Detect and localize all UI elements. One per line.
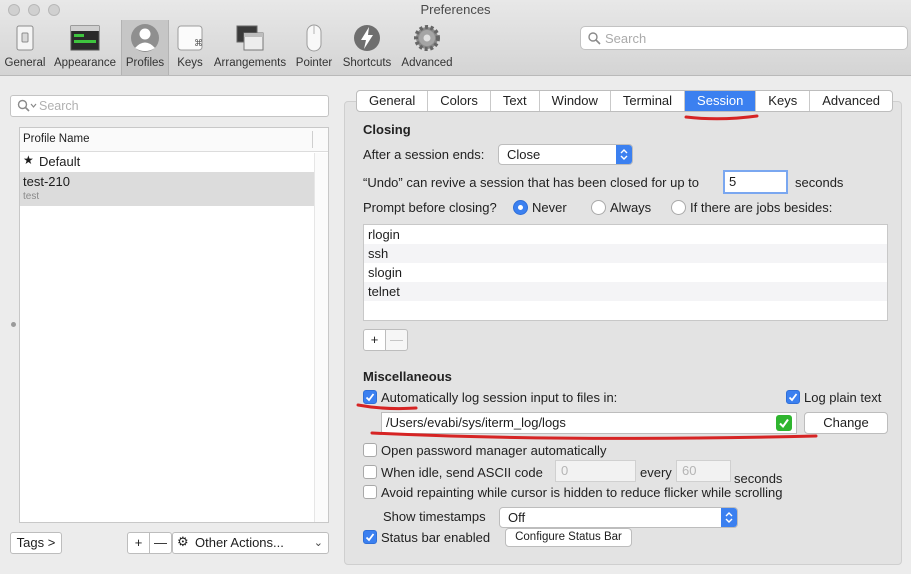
profile-list: Profile Name ★ Default test-210 test bbox=[19, 127, 329, 523]
tab-session[interactable]: Session bbox=[685, 91, 757, 111]
prompt-never-radio[interactable] bbox=[513, 200, 528, 215]
lightning-icon bbox=[354, 25, 380, 51]
log-plain-text-checkbox[interactable] bbox=[786, 390, 800, 404]
mouse-icon bbox=[306, 24, 322, 52]
profile-list-scrollbar[interactable] bbox=[314, 153, 328, 522]
toolbar-arrangements[interactable]: Arrangements bbox=[211, 20, 289, 75]
popup-arrows-icon bbox=[721, 508, 737, 527]
toolbar-shortcuts[interactable]: Shortcuts bbox=[339, 20, 395, 75]
list-item[interactable]: ssh bbox=[364, 244, 887, 263]
column-divider bbox=[312, 131, 313, 148]
profile-tabs: General Colors Text Window Terminal Sess… bbox=[356, 90, 894, 112]
idle-send-checkbox[interactable] bbox=[363, 465, 377, 479]
keyboard-icon: ⌘ bbox=[177, 25, 203, 51]
after-session-popup[interactable]: Close bbox=[498, 144, 633, 165]
other-actions-menu[interactable]: ⚙ Other Actions... ⌄ bbox=[172, 532, 329, 554]
list-item-empty bbox=[364, 301, 887, 320]
add-job-button[interactable]: + bbox=[363, 329, 386, 351]
idle-seconds-field[interactable]: 60 bbox=[676, 460, 731, 482]
windows-icon bbox=[236, 25, 264, 51]
closing-section-title: Closing bbox=[363, 122, 411, 137]
prompt-jobs-radio[interactable] bbox=[671, 200, 686, 215]
toolbar-general[interactable]: General bbox=[2, 20, 48, 75]
jobs-list: rlogin ssh slogin telnet bbox=[363, 224, 888, 321]
password-manager-checkbox[interactable] bbox=[363, 443, 377, 457]
search-icon bbox=[588, 32, 601, 45]
gear-icon bbox=[414, 25, 440, 51]
prompt-label: Prompt before closing? bbox=[363, 200, 497, 215]
switch-icon bbox=[16, 25, 34, 51]
timestamps-popup[interactable]: Off bbox=[499, 507, 738, 528]
auto-log-checkbox[interactable] bbox=[363, 390, 377, 404]
popup-arrows-icon bbox=[616, 145, 632, 164]
tab-text[interactable]: Text bbox=[491, 91, 540, 111]
checkmark-icon bbox=[365, 533, 375, 542]
configure-status-bar-button[interactable]: Configure Status Bar bbox=[505, 528, 632, 547]
user-icon bbox=[131, 24, 159, 52]
tab-window[interactable]: Window bbox=[540, 91, 611, 111]
toolbar: Preferences General Appearance Profiles … bbox=[0, 0, 911, 76]
list-item[interactable]: slogin bbox=[364, 263, 887, 282]
star-icon: ★ bbox=[23, 153, 34, 167]
add-profile-button[interactable]: + bbox=[127, 532, 150, 554]
profile-list-header[interactable]: Profile Name bbox=[20, 128, 328, 152]
misc-section-title: Miscellaneous bbox=[363, 369, 452, 384]
window-title: Preferences bbox=[420, 2, 491, 17]
toolbar-advanced[interactable]: Advanced bbox=[398, 20, 456, 75]
toolbar-keys[interactable]: ⌘ Keys bbox=[172, 20, 208, 75]
tab-general[interactable]: General bbox=[357, 91, 429, 111]
list-item[interactable]: rlogin bbox=[364, 225, 887, 244]
profile-row-test-210[interactable]: test-210 test bbox=[20, 172, 314, 206]
tab-colors[interactable]: Colors bbox=[428, 91, 491, 111]
checkmark-icon bbox=[365, 393, 375, 402]
window-icon bbox=[70, 25, 100, 51]
svg-text:⌘: ⌘ bbox=[194, 39, 203, 49]
status-bar-checkbox[interactable] bbox=[363, 530, 377, 544]
valid-path-icon bbox=[776, 415, 792, 431]
undo-label: “Undo” can revive a session that has bee… bbox=[363, 175, 700, 190]
tab-keys[interactable]: Keys bbox=[756, 91, 811, 111]
tab-terminal[interactable]: Terminal bbox=[611, 91, 686, 111]
avoid-repaint-checkbox[interactable] bbox=[363, 485, 377, 499]
search-icon bbox=[17, 99, 37, 112]
remove-profile-button[interactable]: — bbox=[149, 532, 172, 554]
checkmark-icon bbox=[788, 393, 798, 402]
profile-search-input[interactable]: Search bbox=[10, 95, 329, 117]
prompt-always-radio[interactable] bbox=[591, 200, 606, 215]
undo-seconds-field[interactable]: 5 bbox=[723, 170, 788, 194]
timestamps-label: Show timestamps bbox=[383, 509, 486, 524]
tags-button[interactable]: Tags > bbox=[10, 532, 62, 554]
change-log-path-button[interactable]: Change bbox=[804, 412, 888, 434]
profile-row-default[interactable]: ★ Default bbox=[20, 152, 314, 172]
idle-code-field[interactable]: 0 bbox=[555, 460, 636, 482]
list-item[interactable]: telnet bbox=[364, 282, 887, 301]
chevron-down-icon: ⌄ bbox=[313, 537, 323, 549]
toolbar-profiles[interactable]: Profiles bbox=[121, 20, 169, 75]
toolbar-pointer[interactable]: Pointer bbox=[292, 20, 336, 75]
toolbar-appearance[interactable]: Appearance bbox=[52, 20, 118, 75]
gear-icon: ⚙ bbox=[177, 535, 189, 550]
log-path-field[interactable]: /Users/evabi/sys/iterm_log/logs bbox=[381, 412, 797, 434]
splitter-handle[interactable] bbox=[11, 322, 16, 327]
remove-job-button[interactable]: — bbox=[385, 329, 408, 351]
preferences-search-input[interactable]: Search bbox=[580, 26, 908, 50]
after-session-label: After a session ends: bbox=[363, 147, 485, 162]
tab-advanced[interactable]: Advanced bbox=[810, 91, 892, 111]
undo-seconds-unit: seconds bbox=[795, 175, 844, 190]
